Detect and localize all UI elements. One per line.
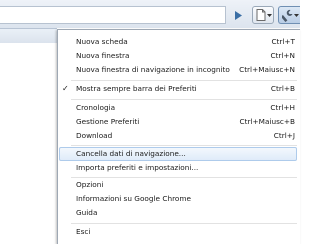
menu-separator [71,145,297,146]
menu-separator [71,99,297,100]
menu-item-show-bookmarks-bar[interactable]: ✓ Mostra sempre barra dei Preferiti Ctrl… [59,82,297,96]
menu-item-label: Gestione Preferiti [76,117,140,126]
menu-item-shortcut: Ctrl+H [270,103,295,112]
menu-item-import-bookmarks[interactable]: Importa preferiti e impostazioni... [59,161,297,175]
address-bar[interactable] [0,6,226,24]
play-button[interactable] [232,6,246,24]
menu-item-label: Opzioni [76,180,104,189]
menu-item-bookmark-manager[interactable]: Gestione Preferiti Ctrl+Maiusc+B [59,115,297,129]
menu-item-options[interactable]: Opzioni [59,178,297,192]
menu-item-downloads[interactable]: Download Ctrl+J [59,129,297,143]
menu-item-shortcut: Ctrl+Maiusc+B [239,117,295,126]
menu-item-new-tab[interactable]: Nuova scheda Ctrl+T [59,35,297,49]
check-icon: ✓ [62,84,69,93]
chevron-down-icon [294,14,299,17]
menu-item-clear-browsing-data[interactable]: Cancella dati di navigazione... [59,147,297,161]
menu-item-label: Nuova scheda [76,37,128,46]
menu-item-history[interactable]: Cronologia Ctrl+H [59,101,297,115]
menu-item-label: Guida [76,208,98,217]
wrench-menu-button[interactable] [278,6,300,24]
menu-item-exit[interactable]: Esci [59,225,297,239]
menu-item-label: Nuova finestra [76,51,130,60]
menu-item-shortcut: Ctrl+Maiusc+N [239,65,295,74]
browser-toolbar [0,0,300,28]
menu-item-shortcut: Ctrl+B [270,84,295,93]
menu-item-new-window[interactable]: Nuova finestra Ctrl+N [59,49,297,63]
menu-item-help[interactable]: Guida [59,206,297,220]
menu-item-shortcut: Ctrl+N [270,51,295,60]
menu-item-shortcut: Ctrl+J [273,131,295,140]
menu-item-label: Download [76,131,113,140]
menu-item-label: Nuova finestra di navigazione in incogni… [76,65,230,74]
menu-separator [71,223,297,224]
bookmarks-bar [0,29,57,43]
chevron-down-icon [267,14,272,17]
menu-item-new-incognito-window[interactable]: Nuova finestra di navigazione in incogni… [59,63,297,77]
wrench-menu: Nuova scheda Ctrl+T Nuova finestra Ctrl+… [57,29,300,244]
page-icon [256,9,266,21]
wrench-icon [282,9,293,22]
menu-item-label: Informazioni su Google Chrome [76,194,191,203]
play-icon [235,11,242,20]
menu-item-shortcut: Ctrl+T [271,37,295,46]
menu-item-label: Cancella dati di navigazione... [76,149,186,158]
menu-item-label: Esci [76,227,91,236]
menu-separator [71,80,297,81]
menu-item-about-chrome[interactable]: Informazioni su Google Chrome [59,192,297,206]
page-menu-button[interactable] [252,6,274,24]
menu-item-label: Mostra sempre barra dei Preferiti [76,84,197,93]
menu-item-label: Cronologia [76,103,116,112]
menu-item-label: Importa preferiti e impostazioni... [76,163,199,172]
